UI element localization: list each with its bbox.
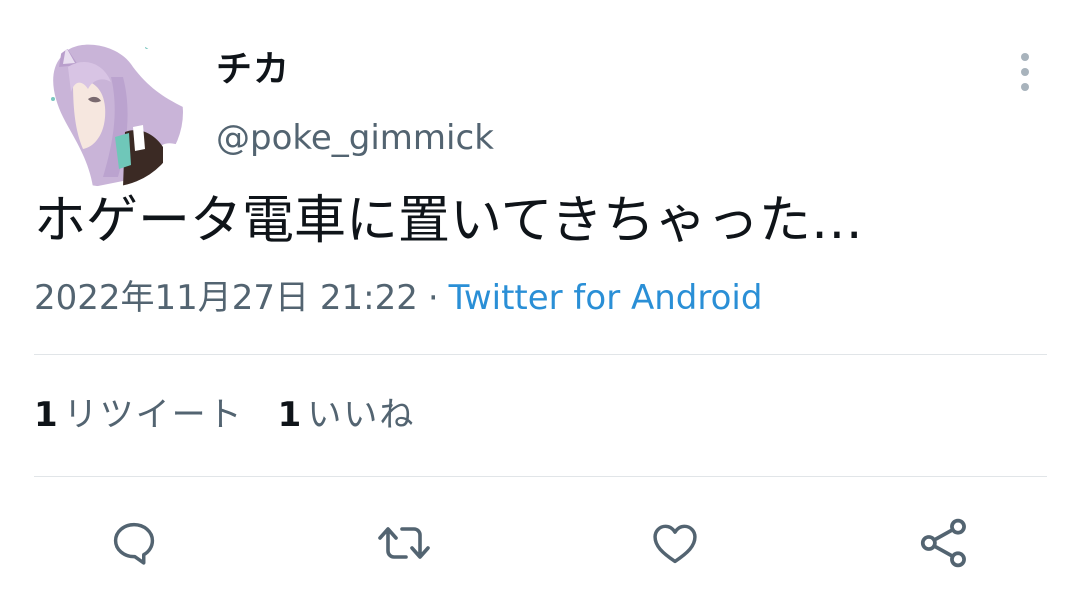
like-label: いいね (307, 395, 416, 435)
tweet-text: ホゲータ電車に置いてきちゃった… (34, 191, 863, 251)
reply-icon (113, 522, 155, 565)
tweet-meta: 2022年11月27日 21:22 · Twitter for Android (34, 277, 762, 319)
avatar-image (33, 37, 183, 187)
like-count: 1 (277, 395, 302, 435)
share-button[interactable] (916, 515, 972, 571)
retweets-stat[interactable]: 1 リツイート (34, 394, 244, 436)
more-vertical-icon-dot (1021, 68, 1029, 76)
retweet-icon (378, 527, 430, 559)
likes-stat[interactable]: 1 いいね (278, 394, 416, 436)
share-icon (920, 518, 966, 568)
avatar[interactable] (33, 37, 183, 187)
heart-icon (653, 524, 697, 564)
meta-separator: · (427, 278, 439, 318)
user-handle[interactable]: @poke_gimmick (216, 118, 494, 158)
author-block: チカ @poke_gimmick (216, 46, 494, 158)
retweet-button[interactable] (376, 515, 432, 571)
more-vertical-icon-dot (1021, 83, 1029, 91)
divider (34, 354, 1047, 355)
more-vertical-icon (1021, 53, 1029, 61)
retweet-count: 1 (34, 395, 58, 435)
tweet-detail: チカ @poke_gimmick ホゲータ電車に置いてきちゃった… 2022年1… (0, 0, 1080, 610)
like-button[interactable] (647, 515, 703, 571)
more-options-button[interactable] (1006, 50, 1044, 94)
display-name[interactable]: チカ (216, 46, 494, 94)
engagement-stats: 1 リツイート 1 いいね (34, 394, 449, 436)
divider (34, 476, 1047, 477)
timestamp[interactable]: 2022年11月27日 21:22 (34, 278, 418, 318)
source-link[interactable]: Twitter for Android (449, 278, 763, 318)
reply-button[interactable] (106, 515, 162, 571)
retweet-label: リツイート (63, 395, 244, 435)
